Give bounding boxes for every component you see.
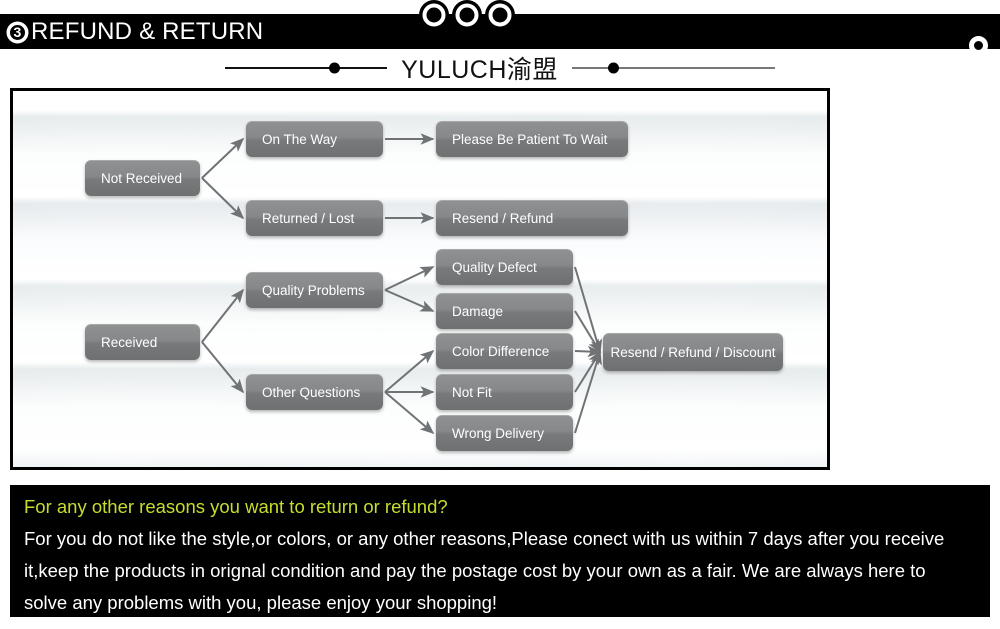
flow-node-color-difference: Color Difference <box>436 333 573 369</box>
flow-node-label: Resend / Refund <box>452 210 554 226</box>
step-number-badge: 3 <box>8 23 27 42</box>
flow-node-label: Other Questions <box>262 384 361 400</box>
flow-node-returned-lost: Returned / Lost <box>246 200 383 236</box>
flow-node-label: Wrong Delivery <box>452 425 545 441</box>
brand-divider-right <box>571 62 775 74</box>
flow-node-be-patient: Please Be Patient To Wait <box>436 121 628 157</box>
flow-node-label: Please Be Patient To Wait <box>452 131 608 147</box>
flow-node-wrong-delivery: Wrong Delivery <box>436 415 573 451</box>
page-title: 3 REFUND & RETURN <box>8 18 263 46</box>
flow-node-label: On The Way <box>262 131 338 147</box>
brand-dot-right-icon <box>607 62 619 74</box>
flow-node-resend-refund-discount: Resend / Refund / Discount <box>603 333 783 371</box>
page-title-label: REFUND & RETURN <box>31 17 264 45</box>
flow-node-resend-refund: Resend / Refund <box>436 200 628 236</box>
flow-node-damage: Damage <box>436 293 573 329</box>
flowchart-edges <box>201 133 603 435</box>
ring-decor-1-icon <box>419 0 449 30</box>
flow-edge-not-received-to-returned-lost <box>201 177 245 220</box>
flow-edge-quality-problems-to-damage <box>384 289 435 312</box>
flow-edge-damage-to-resend-refund-discount <box>574 310 601 354</box>
note-line: solve any problems with you, please enjo… <box>24 592 498 613</box>
flow-edge-other-questions-to-wrong-delivery <box>384 391 435 435</box>
flow-edge-quality-problems-to-quality-defect <box>384 266 435 291</box>
flow-node-quality-defect: Quality Defect <box>436 249 573 285</box>
note-line: For you do not like the style,or colors,… <box>24 528 945 549</box>
flow-edge-not-fit-to-resend-refund-discount <box>574 350 601 393</box>
note-line: it,keep the products in orignal conditio… <box>24 560 926 581</box>
note-heading: For any other reasons you want to return… <box>24 496 448 517</box>
flow-node-label: Not Received <box>101 170 183 186</box>
brand-dot-left-icon <box>329 62 341 74</box>
flow-node-label: Quality Defect <box>452 259 537 275</box>
brand-divider-left <box>225 62 388 74</box>
flow-node-on-the-way: On The Way <box>246 121 383 157</box>
flow-edge-received-to-quality-problems <box>201 288 244 343</box>
flow-edge-received-to-other-questions <box>201 341 245 394</box>
flow-node-received: Received <box>85 324 200 360</box>
flow-edge-quality-defect-to-resend-refund-discount <box>574 266 603 354</box>
flow-node-label: Returned / Lost <box>262 210 355 226</box>
flow-node-label: Damage <box>452 303 504 319</box>
flow-node-label: Color Difference <box>452 343 550 359</box>
flow-node-not-fit: Not Fit <box>436 374 573 410</box>
flow-node-label: Not Fit <box>452 384 492 400</box>
return-policy-note: For any other reasons you want to return… <box>10 485 990 617</box>
brand-name: YULUCH渝盟 <box>401 56 558 84</box>
flow-node-label: Resend / Refund / Discount <box>610 344 776 360</box>
flow-edge-not-received-to-on-the-way <box>201 137 245 179</box>
flow-edge-other-questions-to-color-difference <box>384 349 435 393</box>
step-number-label: 3 <box>13 24 22 40</box>
flow-node-label: Received <box>101 334 158 350</box>
flow-node-quality-problems: Quality Problems <box>246 272 383 308</box>
flow-node-not-received: Not Received <box>85 160 200 196</box>
flow-node-label: Quality Problems <box>262 282 365 298</box>
ring-decor-right-icon <box>969 36 988 55</box>
flow-edge-wrong-delivery-to-resend-refund-discount <box>574 350 602 434</box>
ring-decor-2-icon <box>452 0 482 30</box>
ring-decor-3-icon <box>485 0 515 30</box>
flow-edge-color-difference-to-resend-refund-discount <box>574 345 602 358</box>
brand-row: YULUCH渝盟 <box>0 52 1000 84</box>
flow-node-other-questions: Other Questions <box>246 374 383 410</box>
flowchart-panel: Not Received On The Way Returned / Lost Ple… <box>10 88 830 470</box>
